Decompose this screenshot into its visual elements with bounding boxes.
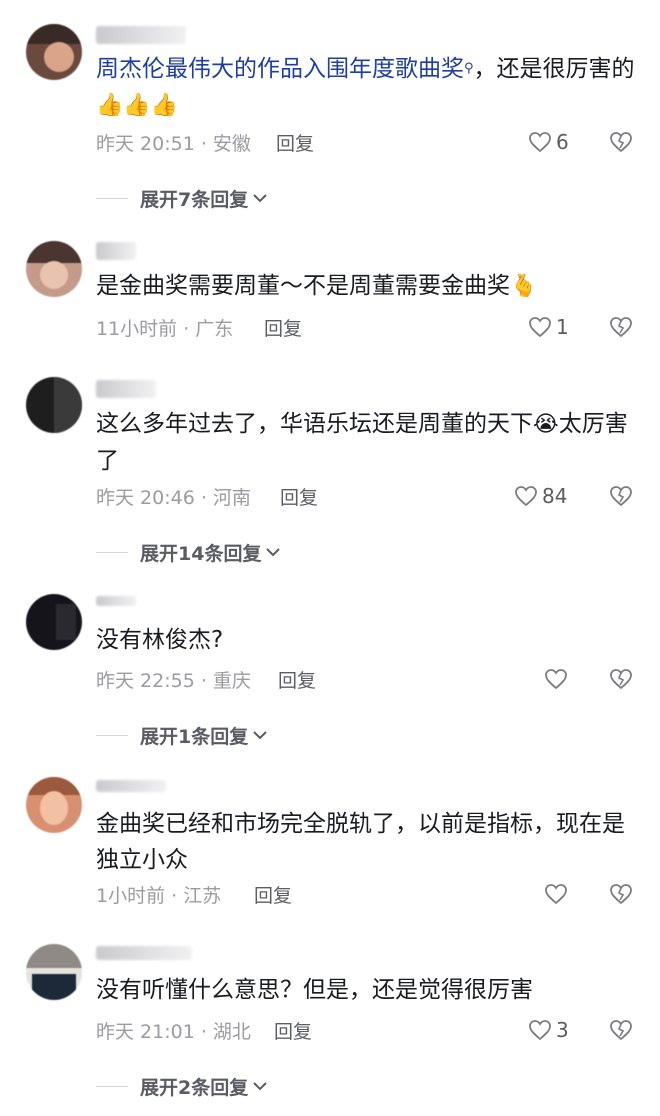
divider [96, 734, 128, 736]
comment-meta: 昨天 22:55 · 重庆 回复 [96, 665, 316, 693]
avatar[interactable] [26, 777, 82, 833]
expand-replies-button[interactable]: 展开14条回复 [96, 538, 281, 566]
like-button[interactable]: 6 [528, 128, 569, 156]
like-count: 3 [556, 1018, 569, 1042]
comment-meta: 昨天 20:46 · 河南 回复 [96, 482, 318, 510]
comment-meta: 昨天 20:51 · 安徽 回复 [96, 128, 314, 156]
chevron-down-icon [253, 731, 267, 740]
comment-time-location: 11小时前 · 广东 [96, 317, 234, 340]
search-icon[interactable]: ⚲ [464, 61, 474, 76]
reply-button[interactable]: 回复 [276, 129, 314, 156]
comment-text: 周杰伦最伟大的作品入围年度歌曲奖⚲，还是很厉害的 👍👍👍 [96, 56, 635, 118]
comment-text: 这么多年过去了，华语乐坛还是周董的天下😭太厉害了 [96, 411, 628, 474]
reply-button[interactable]: 回复 [278, 666, 316, 693]
avatar[interactable] [26, 377, 82, 433]
reply-button[interactable]: 回复 [254, 881, 292, 908]
like-count: 84 [542, 484, 568, 508]
divider [96, 551, 128, 553]
comment-text: 没有听懂什么意思？但是，还是觉得很厉害 [96, 977, 533, 1003]
like-button[interactable] [544, 880, 568, 908]
username[interactable] [96, 380, 156, 398]
comment-time-location: 昨天 20:51 · 安徽 [96, 132, 251, 155]
heart-outline-icon [545, 669, 567, 690]
divider [96, 1085, 128, 1087]
comment-time-location: 昨天 21:01 · 湖北 [96, 1020, 251, 1043]
chevron-down-icon [253, 1082, 267, 1091]
avatar[interactable] [26, 944, 82, 1000]
expand-replies-button[interactable]: 展开7条回复 [96, 184, 268, 212]
chevron-down-icon [266, 548, 281, 557]
crying-face-emoji: 😭 [533, 412, 559, 437]
comment-text: 金曲奖已经和市场完全脱轨了，以前是指标，现在是独立小众 [96, 811, 625, 873]
comment-meta: 昨天 21:01 · 湖北 回复 [96, 1016, 312, 1044]
broken-heart-icon[interactable] [608, 881, 634, 907]
heart-outline-icon [529, 132, 551, 153]
comment-text: 没有林俊杰? [96, 627, 224, 653]
comment-time-location: 1小时前 · 江苏 [96, 884, 222, 907]
like-button[interactable] [544, 665, 568, 693]
search-link[interactable]: 周杰伦最伟大的作品入围年度歌曲奖 [96, 56, 464, 82]
expand-replies-button[interactable]: 展开2条回复 [96, 1072, 268, 1100]
broken-heart-icon[interactable] [608, 314, 634, 340]
heart-outline-icon [515, 486, 537, 507]
username[interactable] [96, 780, 166, 792]
broken-heart-icon[interactable] [608, 1017, 634, 1043]
comment-meta: 1小时前 · 江苏 回复 [96, 880, 292, 908]
comment-time-location: 昨天 22:55 · 重庆 [96, 669, 251, 692]
reply-button[interactable]: 回复 [274, 1017, 312, 1044]
comment-text: 是金曲奖需要周董～不是周董需要金曲奖🫰 [96, 273, 538, 299]
chevron-down-icon [253, 194, 267, 203]
reply-button[interactable]: 回复 [264, 314, 302, 341]
username[interactable] [96, 26, 186, 44]
broken-heart-icon[interactable] [608, 666, 634, 692]
divider [96, 197, 128, 199]
like-count: 6 [556, 130, 569, 154]
avatar[interactable] [26, 241, 82, 297]
finger-heart-emoji: 🫰 [510, 274, 538, 299]
thumbs-up-emoji: 👍👍👍 [96, 93, 179, 118]
expand-replies-button[interactable]: 展开1条回复 [96, 721, 268, 749]
broken-heart-icon[interactable] [608, 483, 634, 509]
username[interactable] [96, 242, 136, 260]
reply-button[interactable]: 回复 [280, 483, 318, 510]
username[interactable] [96, 596, 136, 606]
heart-outline-icon [529, 317, 551, 338]
like-button[interactable]: 84 [514, 482, 567, 510]
like-button[interactable]: 1 [528, 313, 569, 341]
like-button[interactable]: 3 [528, 1016, 569, 1044]
comment-time-location: 昨天 20:46 · 河南 [96, 486, 251, 509]
avatar[interactable] [26, 24, 82, 80]
avatar[interactable] [26, 594, 82, 650]
comment-meta: 11小时前 · 广东 回复 [96, 313, 302, 341]
heart-outline-icon [545, 884, 567, 905]
broken-heart-icon[interactable] [608, 129, 634, 155]
heart-outline-icon [529, 1020, 551, 1041]
like-count: 1 [556, 315, 569, 339]
username[interactable] [96, 946, 192, 960]
